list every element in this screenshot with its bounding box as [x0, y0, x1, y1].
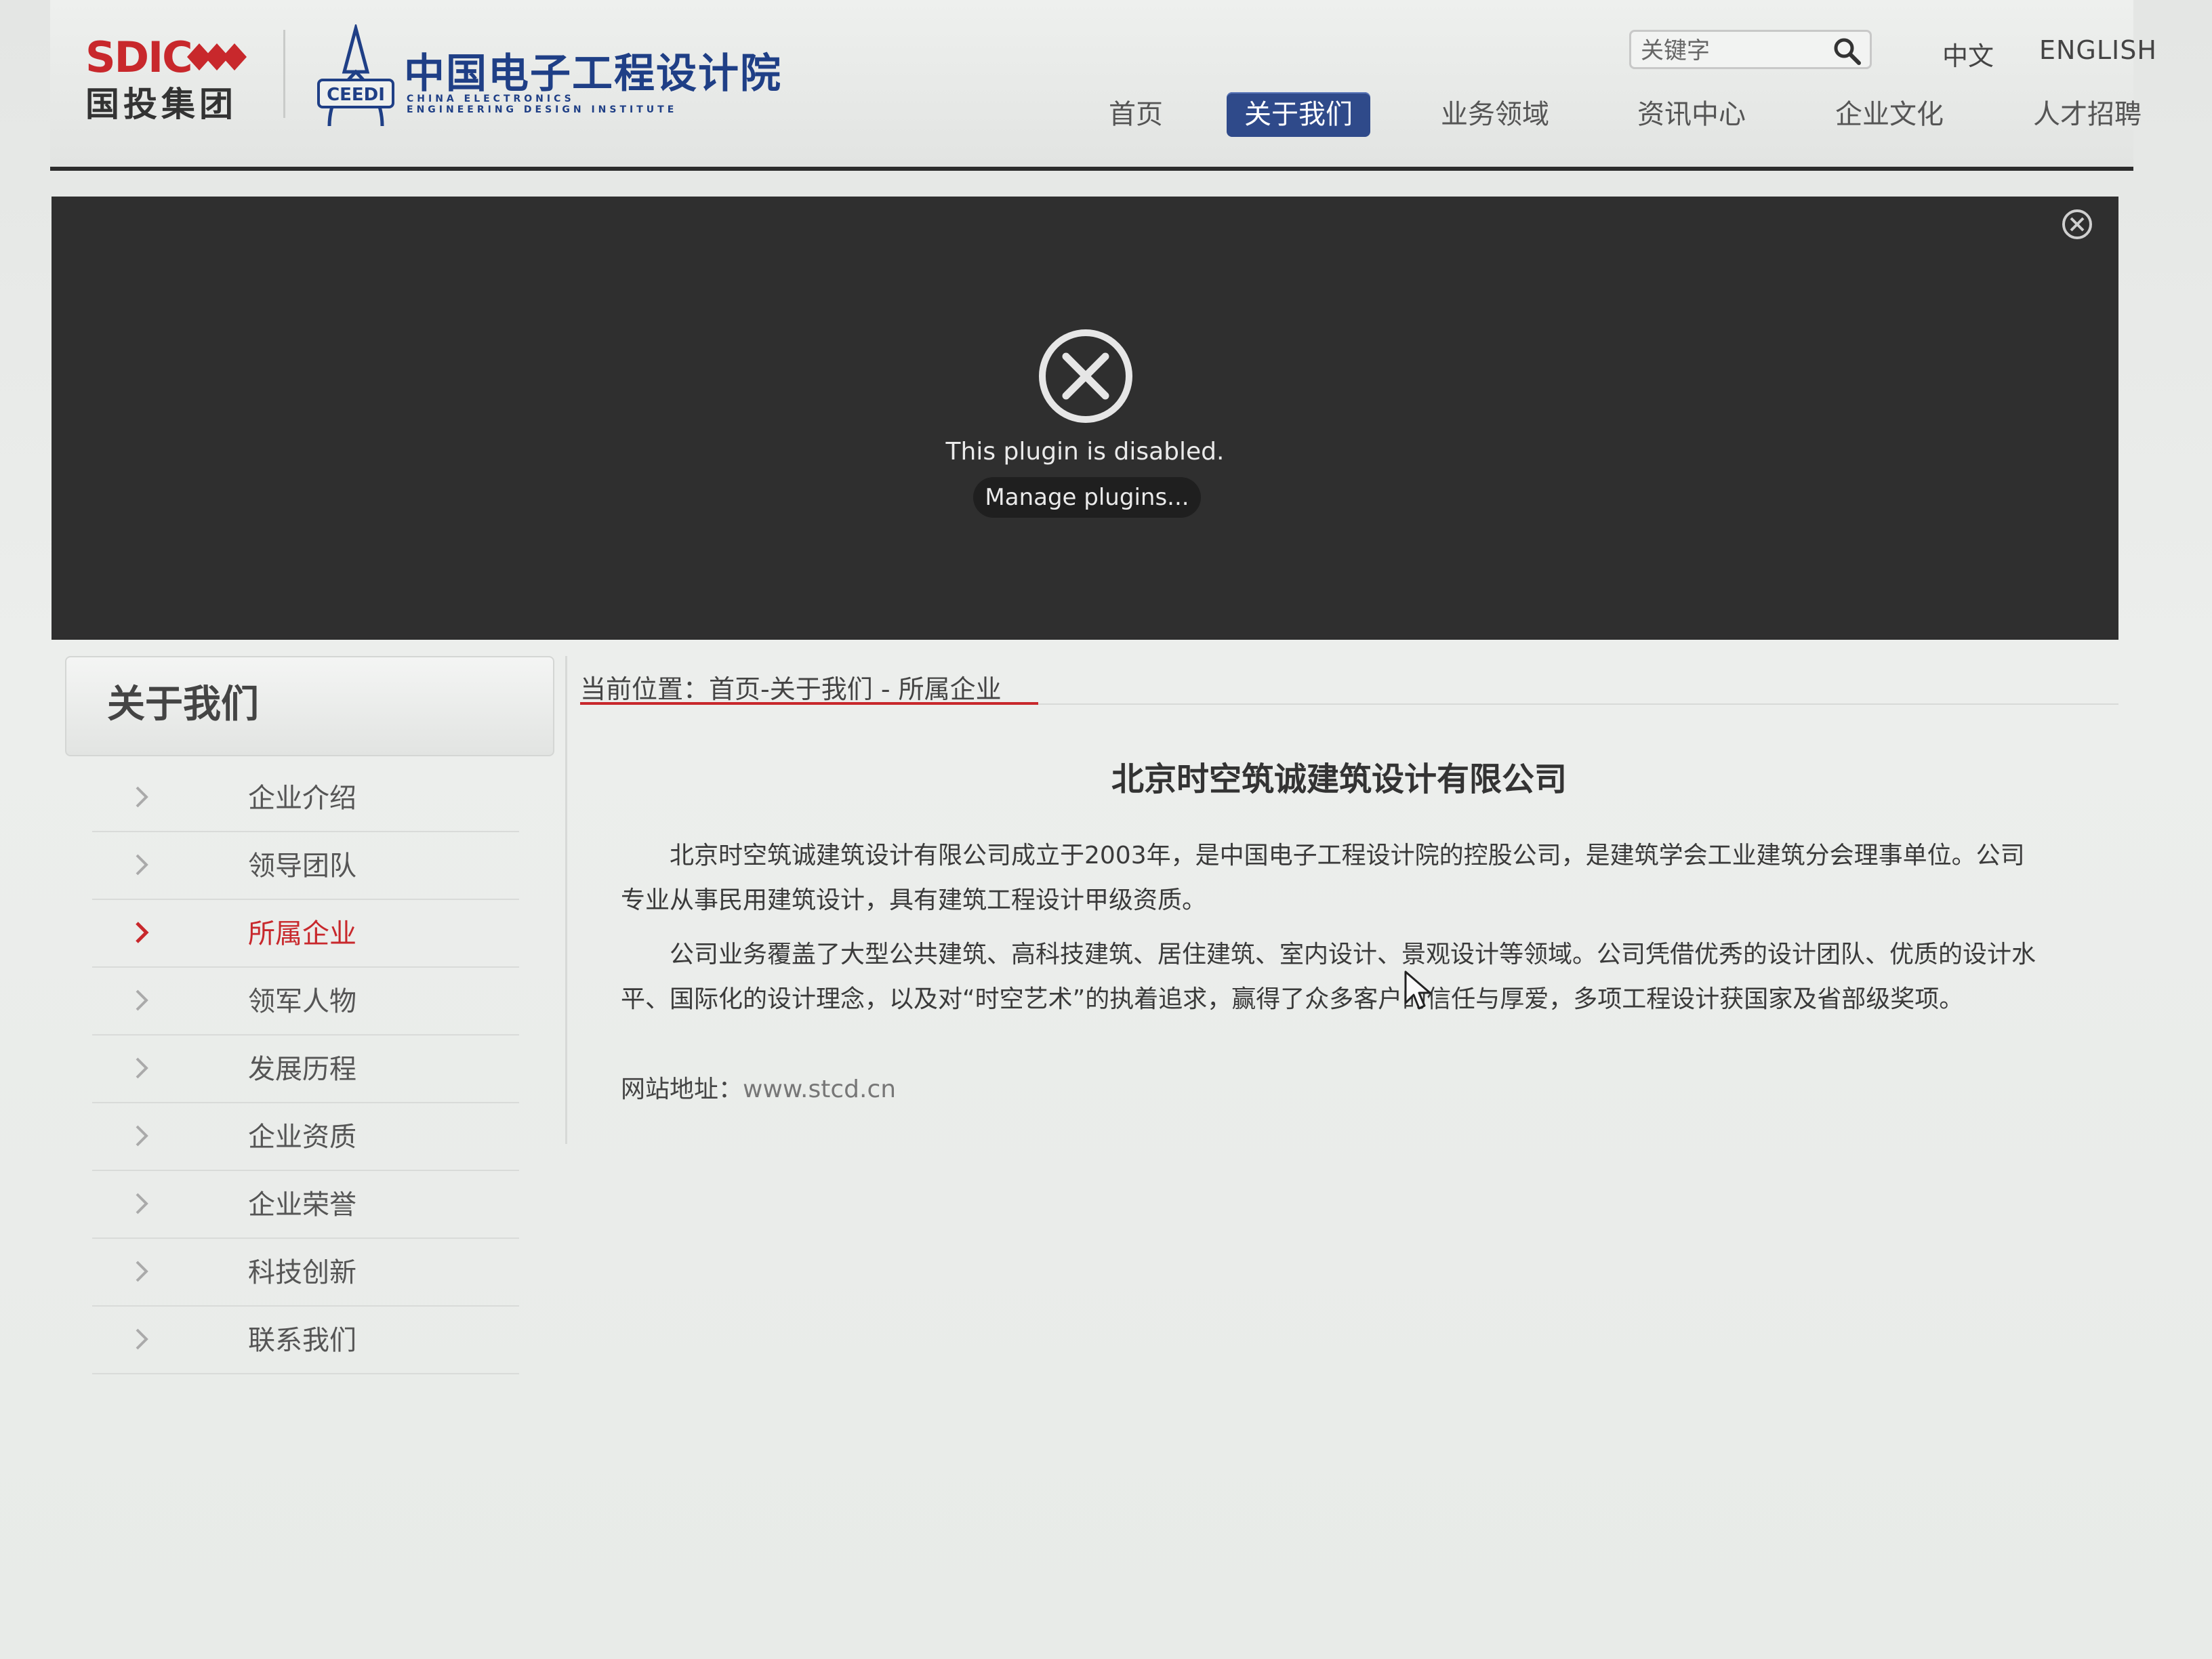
plugin-disabled-message: This plugin is disabled. [945, 438, 1225, 466]
sidebar-list: 企业介绍 领导团队 所属企业 领军人物 发展历程 企业资质 企业荣誉 科技创新 … [92, 764, 519, 1374]
sidebar-item-label: 领军人物 [248, 986, 356, 1017]
chevron-right-icon [136, 922, 149, 943]
sidebar-item-company-intro[interactable]: 企业介绍 [92, 764, 519, 832]
breadcrumb-about[interactable]: 关于我们 [770, 674, 873, 704]
chevron-right-icon [136, 854, 148, 876]
ceedi-logo-en-line1: CHINA ELECTRONICS [407, 94, 575, 104]
chevron-right-icon [136, 989, 148, 1011]
ceedi-logo-en-line2: ENGINEERING DESIGN INSTITUTE [407, 104, 678, 115]
manage-plugins-button[interactable]: Manage plugins... [973, 477, 1201, 518]
ceedi-emblem-icon: CEEDI [317, 24, 394, 126]
ceedi-badge-text: CEEDI [327, 85, 385, 105]
website-label: 网站地址： [621, 1076, 743, 1103]
disabled-plugin-area: This plugin is disabled. Manage plugins.… [52, 197, 2118, 640]
site-header: SDIC 国投集团 CEEDI 中国电子工程设计院 CHINA ELECTRON… [50, 0, 2156, 171]
close-icon[interactable] [2060, 207, 2094, 241]
sdic-diamond-icon [187, 43, 247, 70]
breadcrumb-home[interactable]: 首页 [709, 674, 760, 704]
sidebar-item-label: 发展历程 [248, 1054, 356, 1085]
breadcrumb-underline [580, 702, 1038, 705]
website-link[interactable]: www.stcd.cn [743, 1076, 896, 1103]
lang-english-link[interactable]: ENGLISH [2039, 35, 2157, 65]
sidebar-divider [565, 656, 567, 1144]
nav-home[interactable]: 首页 [1109, 92, 1163, 137]
nav-about[interactable]: 关于我们 [1227, 92, 1370, 137]
main-content: 当前位置：首页-关于我们 - 所属企业 北京时空筑诚建筑设计有限公司 北京时空筑… [580, 656, 2118, 1334]
search-box [1629, 30, 1872, 69]
chevron-right-icon [136, 1057, 148, 1079]
sdic-logo-text: SDIC [85, 33, 193, 82]
lang-chinese-link[interactable]: 中文 [1942, 35, 1994, 73]
intro-paragraph-1: 北京时空筑诚建筑设计有限公司成立于2003年，是中国电子工程设计院的控股公司，是… [621, 842, 2025, 914]
search-icon[interactable] [1832, 36, 1862, 66]
nav-culture[interactable]: 企业文化 [1835, 92, 1944, 137]
sidebar-title: 关于我们 [65, 656, 554, 756]
sidebar-item-leading-figures[interactable]: 领军人物 [92, 968, 519, 1036]
chevron-right-icon [136, 786, 148, 808]
nav-business[interactable]: 业务领域 [1441, 92, 1549, 137]
sidebar-item-history[interactable]: 发展历程 [92, 1036, 519, 1103]
sidebar-item-contact[interactable]: 联系我们 [92, 1307, 519, 1374]
breadcrumb-separator: - [872, 674, 899, 704]
plugin-disabled-icon [1039, 329, 1132, 423]
ceedi-logo-en: CHINA ELECTRONICS ENGINEERING DESIGN INS… [407, 94, 677, 115]
search-input[interactable] [1639, 36, 1825, 66]
sidebar-item-label: 联系我们 [248, 1325, 356, 1356]
breadcrumb-rule [1038, 703, 2118, 705]
mouse-cursor-icon [1404, 970, 1431, 1010]
breadcrumb-prefix: 当前位置： [580, 674, 710, 704]
chevron-right-icon [136, 1193, 148, 1214]
sidebar-item-innovation[interactable]: 科技创新 [92, 1239, 519, 1307]
intro-paragraph-2: 公司业务覆盖了大型公共建筑、高科技建筑、居住建筑、室内设计、景观设计等领域。公司… [621, 941, 2036, 1013]
chevron-right-icon [136, 1125, 148, 1147]
sidebar-item-label: 企业荣誉 [248, 1189, 356, 1221]
sidebar-item-label: 领导团队 [248, 851, 356, 882]
chevron-right-icon [136, 1328, 148, 1350]
breadcrumb: 当前位置：首页-关于我们 - 所属企业 [580, 668, 1002, 705]
sidebar-item-subsidiaries[interactable]: 所属企业 [92, 900, 519, 968]
ceedi-logo-cn: 中国电子工程设计院 [404, 50, 782, 98]
page-title: 北京时空筑诚建筑设计有限公司 [1111, 760, 1567, 798]
sidebar-item-label: 所属企业 [248, 918, 356, 949]
sidebar-item-leadership[interactable]: 领导团队 [92, 832, 519, 900]
sdic-logo[interactable]: SDIC 国投集团 [85, 33, 262, 124]
sidebar-item-honors[interactable]: 企业荣誉 [92, 1171, 519, 1239]
sidebar-item-qualifications[interactable]: 企业资质 [92, 1103, 519, 1171]
ceedi-logo[interactable]: CEEDI 中国电子工程设计院 CHINA ELECTRONICS ENGINE… [316, 20, 781, 129]
sidebar-item-label: 企业介绍 [248, 783, 356, 814]
chevron-right-icon [136, 1261, 148, 1282]
nav-careers[interactable]: 人才招聘 [2033, 92, 2142, 137]
sdic-logo-cn: 国投集团 [85, 85, 237, 124]
sidebar-item-label: 企业资质 [248, 1122, 356, 1153]
page: SDIC 国投集团 CEEDI 中国电子工程设计院 CHINA ELECTRON… [0, 0, 2212, 1659]
sidebar: 关于我们 企业介绍 领导团队 所属企业 领军人物 发展历程 企业资质 企业荣誉 … [65, 656, 557, 1374]
nav-news[interactable]: 资讯中心 [1637, 92, 1746, 137]
logo-divider [283, 30, 285, 118]
website-row: 网站地址：www.stcd.cn [621, 1069, 896, 1105]
sidebar-item-label: 科技创新 [248, 1257, 356, 1288]
breadcrumb-separator: - [760, 674, 770, 704]
breadcrumb-current: 所属企业 [898, 674, 1002, 704]
